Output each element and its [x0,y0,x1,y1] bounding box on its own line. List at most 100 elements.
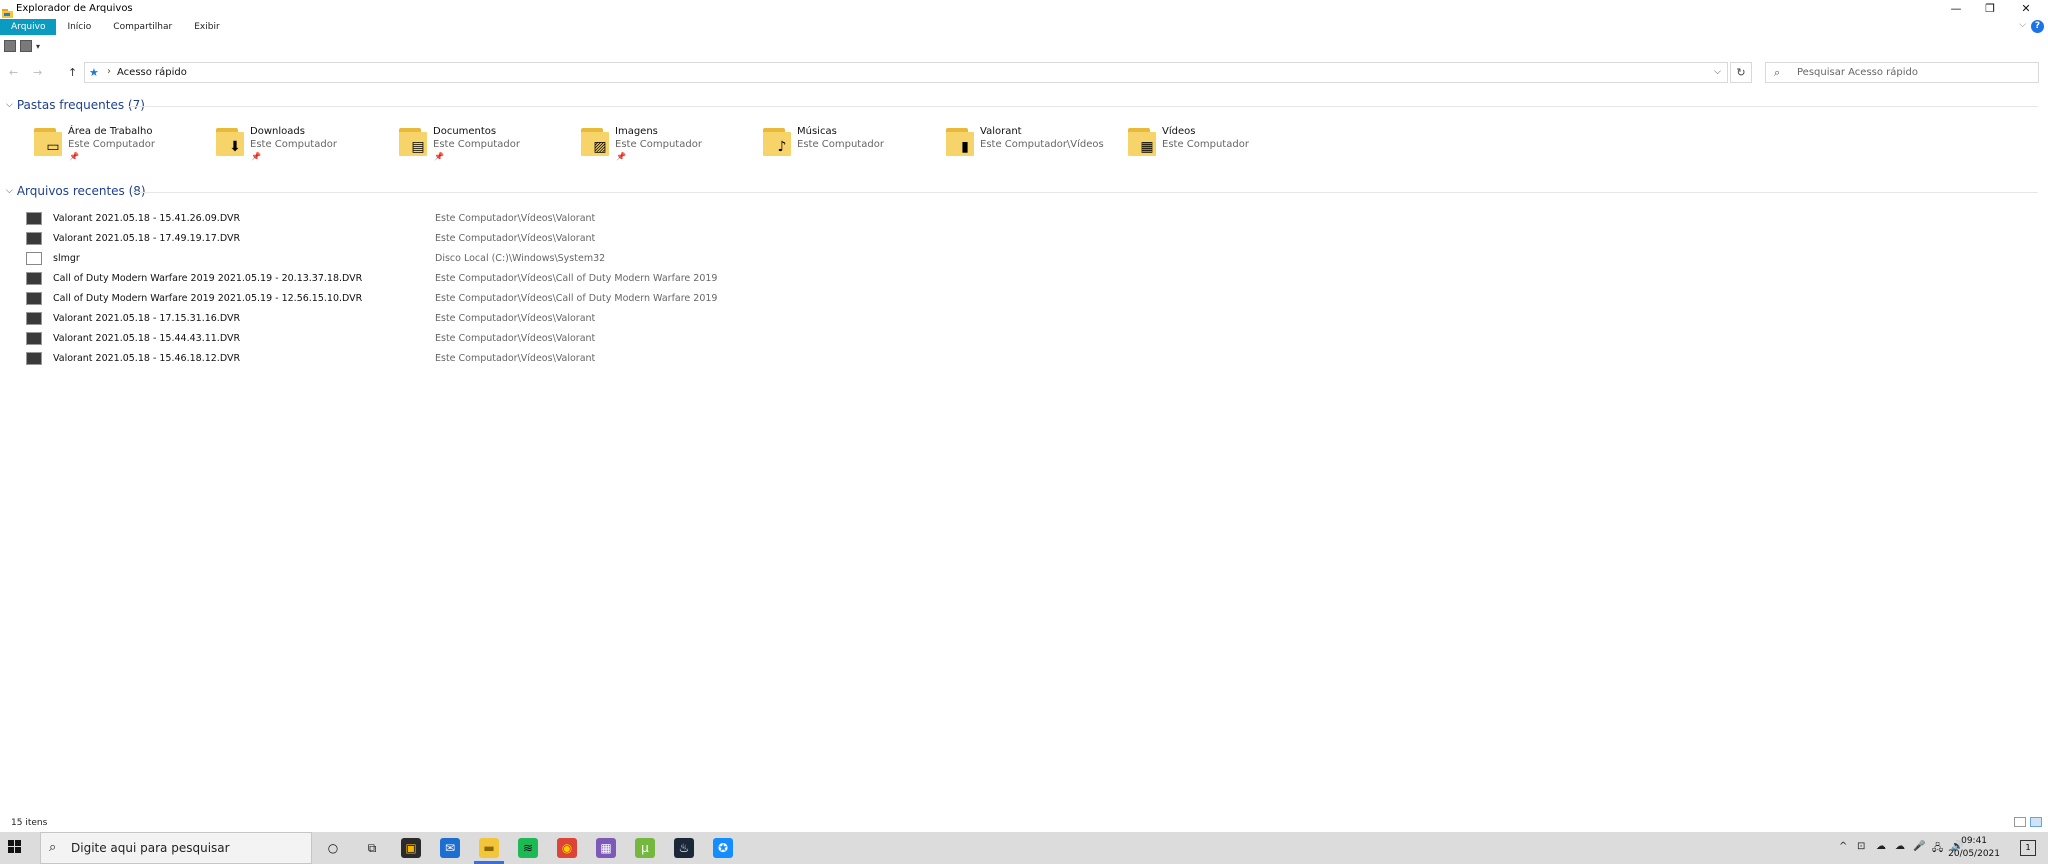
address-bar[interactable]: ★ › Acesso rápido ⌵ [84,62,1728,83]
file-path: Este Computador\Vídeos\Valorant [435,233,596,244]
tab-exibir[interactable]: Exibir [183,19,230,35]
qat-dropdown-icon[interactable]: ▾ [36,42,40,51]
refresh-button[interactable]: ↻ [1730,62,1752,83]
mail-icon[interactable]: ✉ [440,838,460,858]
window-title: Explorador de Arquivos [16,3,133,14]
folder-tile[interactable]: ▦ Vídeos Este Computador [1126,124,1306,166]
photo-app-icon[interactable]: ▦ [596,838,616,858]
file-path: Este Computador\Vídeos\Valorant [435,333,596,344]
spotify-icon[interactable]: ≋ [518,838,538,858]
folder-name: Imagens [615,126,658,137]
close-button[interactable]: ✕ [2009,0,2043,17]
download-icon: ⬇ [214,126,244,156]
address-history-dropdown-icon[interactable]: ⌵ [1714,67,1721,77]
file-name: Valorant 2021.05.18 - 15.41.26.09.DVR [53,213,241,224]
video-file-icon [26,332,42,345]
list-item[interactable]: Call of Duty Modern Warfare 2019 2021.05… [26,291,826,309]
meet-now-icon[interactable]: ⊡ [1857,841,1865,852]
tab-arquivo[interactable]: Arquivo [0,19,57,35]
steam-icon[interactable]: ♨ [674,838,694,858]
recent-files-header[interactable]: ⌵ Arquivos recentes (8) [6,184,146,198]
help-icon[interactable]: ? [2031,20,2044,33]
folder-name: Documentos [433,126,497,137]
clock[interactable]: 09:41 20/05/2021 [1948,835,2000,861]
file-path: Este Computador\Vídeos\Call of Duty Mode… [435,293,718,304]
file-name: Valorant 2021.05.18 - 15.44.43.11.DVR [53,333,241,344]
cloud-icon[interactable]: ☁ [1895,841,1905,852]
expand-ribbon-icon[interactable]: ⌵ [2019,20,2026,30]
task-view-icon[interactable]: ⧉ [362,838,382,858]
list-item[interactable]: Call of Duty Modern Warfare 2019 2021.05… [26,271,826,289]
notification-center-icon[interactable]: 1 [2020,840,2036,856]
list-item[interactable]: slmgr Disco Local (C:)\Windows\System32 [26,251,826,269]
file-name: Valorant 2021.05.18 - 17.49.19.17.DVR [53,233,241,244]
up-button[interactable]: ↑ [68,66,77,79]
search-box[interactable]: ⌕ Pesquisar Acesso rápido [1765,62,2039,83]
chrome-icon[interactable]: ◉ [557,838,577,858]
music-icon: ♪ [761,126,791,156]
folder-tile[interactable]: ▭ Área de Trabalho Este Computador 📌 [32,124,212,166]
tab-compartilhar[interactable]: Compartilhar [102,19,183,35]
file-name: Call of Duty Modern Warfare 2019 2021.05… [53,273,363,284]
list-item[interactable]: Valorant 2021.05.18 - 17.15.31.16.DVR Est… [26,311,826,329]
folder-location: Este Computador [615,139,702,150]
pin-icon: 📌 [251,152,261,161]
collapse-chevron-icon[interactable]: ⌵ [6,186,13,196]
breadcrumb-quick-access[interactable]: Acesso rápido [117,67,187,78]
onedrive-icon[interactable]: ☁ [1876,841,1886,852]
back-button[interactable]: ← [9,66,18,79]
folder-tile[interactable]: ▮ Valorant Este Computador\Vídeos [944,124,1124,166]
battlenet-icon[interactable]: ✪ [713,838,733,858]
file-name: Valorant 2021.05.18 - 15.46.18.12.DVR [53,353,241,364]
collapse-chevron-icon[interactable]: ⌵ [6,100,13,110]
list-item[interactable]: Valorant 2021.05.18 - 15.46.18.12.DVR Est… [26,351,826,369]
minimize-button[interactable]: — [1939,0,1973,17]
video-file-icon [26,312,42,325]
network-icon[interactable]: 🖧 [1932,841,1943,858]
restore-button[interactable]: ❐ [1973,0,2007,17]
folder-tile[interactable]: ▨ Imagens Este Computador 📌 [579,124,759,166]
folder-tile[interactable]: ▤ Documentos Este Computador 📌 [397,124,577,166]
file-path: Este Computador\Vídeos\Valorant [435,353,596,364]
taskbar-search[interactable]: ⌕ Digite aqui para pesquisar [40,832,312,864]
picture-icon: ▨ [579,126,609,156]
list-item[interactable]: Valorant 2021.05.18 - 17.49.19.17.DVR Est… [26,231,826,249]
folder-name: Downloads [250,126,305,137]
start-button[interactable] [8,840,22,854]
store-icon[interactable]: ▣ [401,838,421,858]
file-name: slmgr [53,253,80,264]
list-item[interactable]: Valorant 2021.05.18 - 15.41.26.09.DVR Est… [26,211,826,229]
folder-tile[interactable]: ♪ Músicas Este Computador [761,124,941,166]
folder-location: Este Computador [68,139,155,150]
video-file-icon [26,272,42,285]
taskbar-search-input[interactable]: Digite aqui para pesquisar [71,841,230,855]
tab-inicio[interactable]: Início [56,19,102,35]
properties-icon[interactable] [4,40,16,52]
file-path: Disco Local (C:)\Windows\System32 [435,253,606,264]
pin-icon: 📌 [616,152,626,161]
frequent-folders-header[interactable]: ⌵ Pastas frequentes (7) [6,98,145,112]
ribbon-tabs: Arquivo Início Compartilhar Exibir [0,19,231,35]
pin-icon: 📌 [69,152,79,161]
tray-overflow-icon[interactable]: ^ [1839,841,1847,852]
folder-name: Valorant [980,126,1022,137]
file-explorer-icon[interactable]: ▬ [479,838,499,858]
pin-icon: 📌 [434,152,444,161]
list-item[interactable]: Valorant 2021.05.18 - 15.44.43.11.DVR Est… [26,331,826,349]
quick-access-star-icon: ★ [89,66,99,79]
search-input[interactable]: Pesquisar Acesso rápido [1797,67,1918,78]
video-file-icon [26,232,42,245]
new-folder-icon[interactable] [20,40,32,52]
folder-tile[interactable]: ⬇ Downloads Este Computador 📌 [214,124,394,166]
forward-button[interactable]: → [33,66,42,79]
search-icon: ⌕ [49,840,57,855]
utorrent-icon[interactable]: µ [635,838,655,858]
status-item-count: 15 itens [11,818,48,828]
large-icons-view-icon[interactable] [2030,817,2042,827]
file-name: Call of Duty Modern Warfare 2019 2021.05… [53,293,363,304]
microphone-icon[interactable]: 🎤 [1913,841,1925,852]
details-view-icon[interactable] [2014,817,2026,827]
breadcrumb-separator[interactable]: › [107,66,111,77]
cortana-icon[interactable]: ○ [323,838,343,858]
file-path: Este Computador\Vídeos\Valorant [435,313,596,324]
